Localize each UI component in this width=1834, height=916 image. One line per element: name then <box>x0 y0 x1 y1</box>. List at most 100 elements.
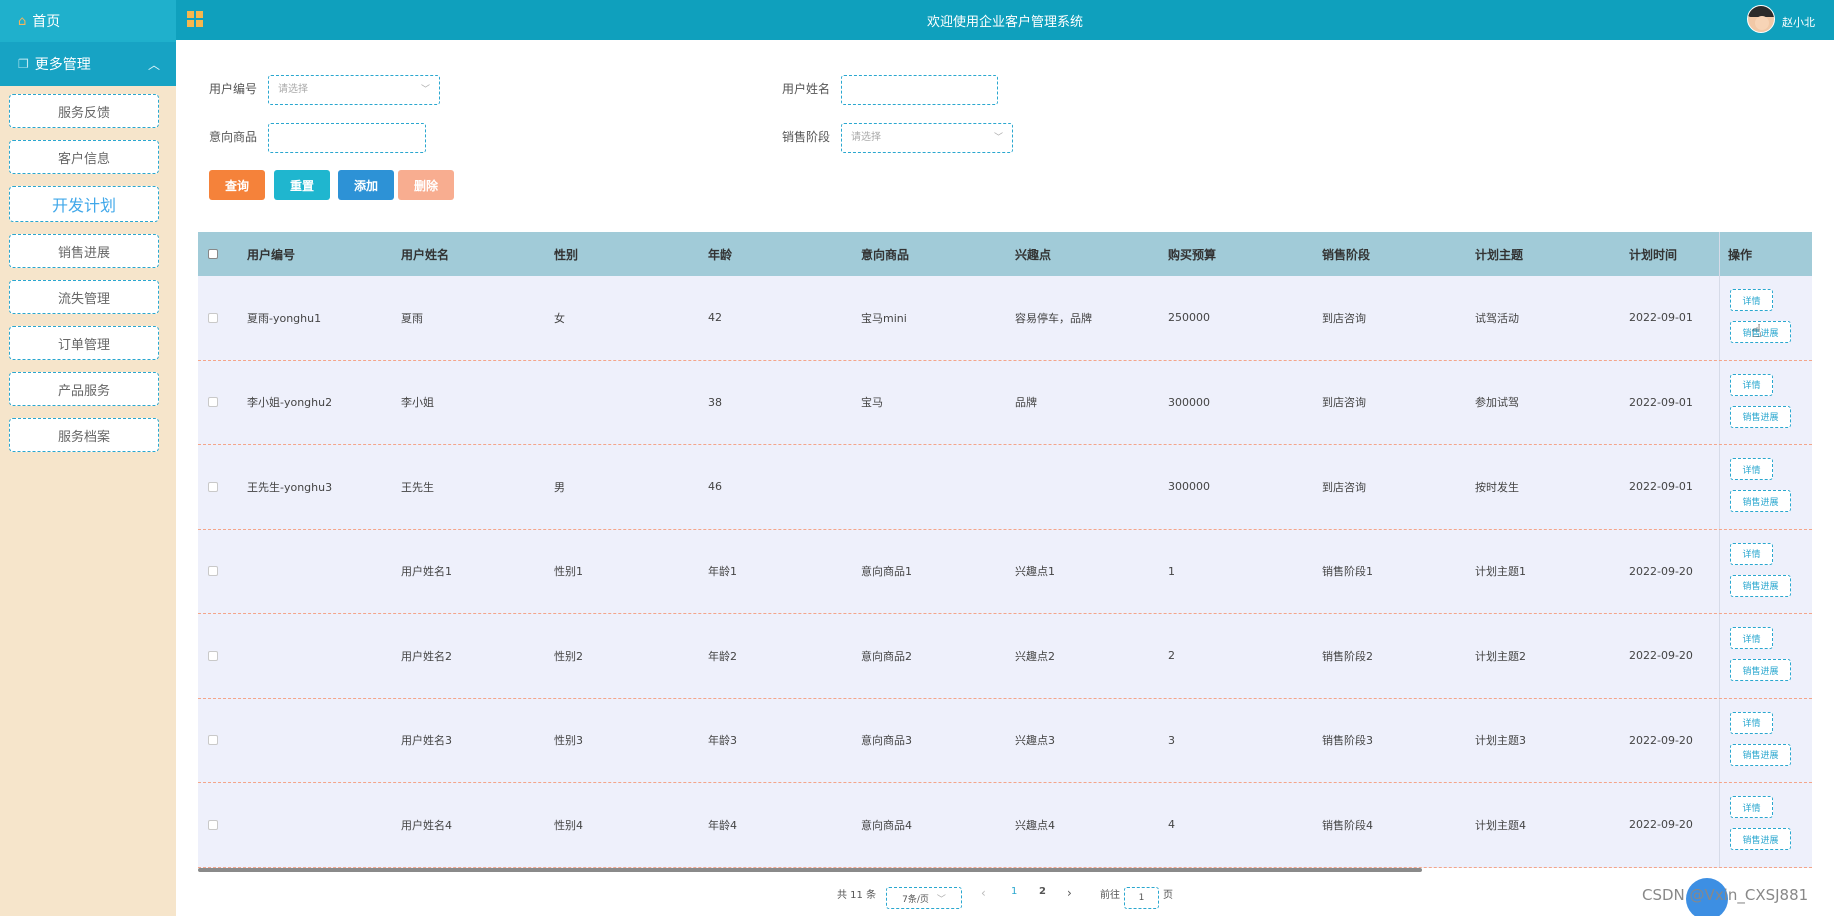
col-stage[interactable]: 销售阶段 <box>1322 246 1370 263</box>
user-id-select[interactable]: 请选择 ﹀ <box>268 75 440 105</box>
user-name-input[interactable] <box>841 75 998 105</box>
sales-progress-button[interactable]: 销售进展 <box>1730 659 1791 681</box>
sidebar-item-product-service[interactable]: 产品服务 <box>9 372 159 406</box>
table-row[interactable]: 王先生-yonghu3 王先生 男 46 300000 到店咨询 按时发生 2022-09-0… <box>198 445 1812 530</box>
sales-progress-button[interactable]: 销售进展 <box>1730 574 1791 597</box>
page-size-select[interactable]: 7条/页 ﹀ <box>886 887 962 909</box>
row-checkbox[interactable] <box>208 481 218 492</box>
col-plan-time[interactable]: 计划时间 <box>1629 246 1677 263</box>
search-form: 用户编号 请选择 ﹀ 用户姓名 意向商品 销售阶段 请选择 ﹀ 查询 重置 添加… <box>176 40 1834 230</box>
add-button[interactable]: 添加 <box>338 170 394 200</box>
horizontal-scrollbar[interactable] <box>198 868 1422 872</box>
sales-progress-button[interactable]: 销售进展 <box>1730 405 1791 428</box>
col-user-name[interactable]: 用户姓名 <box>401 246 449 263</box>
top-header: 欢迎使用企业客户管理系统 赵小北 <box>176 0 1834 40</box>
cell-plan-topic: 计划主题1 <box>1475 565 1526 579</box>
cell-user-name: 用户姓名3 <box>401 734 452 748</box>
watermark: CSDN @Vxin_CXSJ881 <box>1642 886 1809 904</box>
data-table: 用户编号 用户姓名 性别 年龄 意向商品 兴趣点 购买预算 销售阶段 计划主题 … <box>198 232 1812 868</box>
table-row[interactable]: 李小姐-yonghu2 李小姐 38 宝马 品牌 300000 到店咨询 参加试驾 2022-0… <box>198 360 1812 445</box>
table-body: 夏雨-yonghu1 夏雨女 42 宝马mini 容易停车，品牌 250000 到店咨询 试驾… <box>198 276 1812 868</box>
sales-progress-button[interactable]: 销售进展 <box>1730 828 1791 850</box>
detail-button[interactable]: 详情 <box>1730 627 1773 649</box>
col-gender[interactable]: 性别 <box>554 246 578 263</box>
col-user-id[interactable]: 用户编号 <box>247 246 295 263</box>
cell-budget: 300000 <box>1168 395 1210 409</box>
cell-interest: 容易停车，品牌 <box>1015 311 1092 325</box>
cell-plan-time: 2022-09-20 <box>1629 649 1693 663</box>
table-row[interactable]: 夏雨-yonghu1 夏雨 女 42 宝马mini 容易停车，品牌 250000 到店咨询 试驾… <box>198 276 1812 361</box>
cell-budget: 300000 <box>1168 480 1210 494</box>
goto-page-input[interactable]: 1 <box>1124 887 1159 909</box>
username[interactable]: 赵小北 <box>1782 14 1815 30</box>
sidebar-menu: 服务反馈 客户信息 开发计划 销售进展 流失管理 订单管理 产品服务 服务档案 <box>0 86 176 452</box>
op-cell: 详情 销售进展 <box>1719 614 1812 698</box>
avatar[interactable] <box>1747 5 1775 33</box>
product-input[interactable] <box>268 123 426 153</box>
sidebar-item-churn[interactable]: 流失管理 <box>9 280 159 314</box>
delete-button[interactable]: 删除 <box>398 170 454 200</box>
col-interest[interactable]: 兴趣点 <box>1015 246 1051 263</box>
cell-interest: 品牌 <box>1015 396 1037 410</box>
row-checkbox[interactable] <box>208 312 218 323</box>
cell-plan-time: 2022-09-20 <box>1629 818 1693 832</box>
cell-age: 年龄4 <box>708 818 737 832</box>
cell-budget: 3 <box>1168 733 1175 747</box>
user-name-label: 用户姓名 <box>782 82 831 96</box>
cell-plan-time: 2022-09-01 <box>1629 395 1693 409</box>
cell-age: 年龄2 <box>708 649 737 663</box>
row-checkbox[interactable] <box>208 566 218 577</box>
chevron-down-icon: ﹀ <box>936 894 946 905</box>
product-label: 意向商品 <box>209 130 258 144</box>
cell-user-name: 用户姓名4 <box>401 818 452 832</box>
table-row[interactable]: 用户姓名1 性别1 年龄1 意向商品1 兴趣点1 1 销售阶段1 计划主题1 2022-09-2… <box>198 529 1812 614</box>
cell-plan-time: 2022-09-01 <box>1629 480 1693 494</box>
op-cell: 详情 销售进展 <box>1719 360 1812 444</box>
cell-user-id: 李小姐-yonghu2 <box>247 396 333 410</box>
col-budget[interactable]: 购买预算 <box>1168 246 1216 263</box>
cell-user-name: 李小姐 <box>401 396 434 410</box>
detail-button[interactable]: 详情 <box>1730 373 1773 396</box>
detail-button[interactable]: 详情 <box>1730 458 1773 480</box>
sidebar-item-service-archive[interactable]: 服务档案 <box>9 418 159 452</box>
cell-age: 年龄3 <box>708 734 737 748</box>
reset-button[interactable]: 重置 <box>274 170 330 200</box>
sidebar-more-label: 更多管理 <box>34 57 91 73</box>
cell-user-id: 夏雨-yonghu1 <box>247 311 322 325</box>
op-cell: 详情 销售进展 <box>1719 276 1812 360</box>
table-row[interactable]: 用户姓名2 性别2 年龄2 意向商品2 兴趣点2 2 销售阶段2 计划主题2 2022-09-2… <box>198 614 1812 699</box>
detail-button[interactable]: 详情 <box>1730 542 1773 565</box>
stage-select[interactable]: 请选择 ﹀ <box>841 123 1013 153</box>
detail-button[interactable]: 详情 <box>1730 289 1773 311</box>
sidebar-more-management[interactable]: ❐ 更多管理 ︿ <box>0 42 176 86</box>
prev-page-button[interactable]: ‹ <box>981 886 986 910</box>
cell-plan-time: 2022-09-20 <box>1629 564 1693 578</box>
detail-button[interactable]: 详情 <box>1730 796 1773 818</box>
select-all-checkbox[interactable] <box>208 249 218 259</box>
sidebar-item-customer-info[interactable]: 客户信息 <box>9 140 159 174</box>
cell-stage: 到店咨询 <box>1322 480 1366 494</box>
table-row[interactable]: 用户姓名3 性别3 年龄3 意向商品3 兴趣点3 3 销售阶段3 计划主题3 2022-09-2… <box>198 698 1812 783</box>
col-product[interactable]: 意向商品 <box>861 246 909 263</box>
page-2[interactable]: 2 <box>1039 886 1046 910</box>
row-checkbox[interactable] <box>208 397 218 408</box>
cell-stage: 销售阶段4 <box>1322 818 1373 832</box>
sales-progress-button[interactable]: 销售进展 <box>1730 743 1791 766</box>
sidebar-item-service-feedback[interactable]: 服务反馈 <box>9 94 159 128</box>
cell-budget: 4 <box>1168 818 1175 832</box>
next-page-button[interactable]: › <box>1067 886 1072 910</box>
query-button[interactable]: 查询 <box>209 170 265 200</box>
row-checkbox[interactable] <box>208 650 218 661</box>
col-plan-topic[interactable]: 计划主题 <box>1475 246 1523 263</box>
sidebar-item-orders[interactable]: 订单管理 <box>9 326 159 360</box>
page-1[interactable]: 1 <box>1011 886 1017 910</box>
detail-button[interactable]: 详情 <box>1730 711 1773 734</box>
row-checkbox[interactable] <box>208 735 218 746</box>
table-row[interactable]: 用户姓名4 性别4 年龄4 意向商品4 兴趣点4 4 销售阶段4 计划主题4 2022-09-2… <box>198 783 1812 868</box>
row-checkbox[interactable] <box>208 819 218 830</box>
col-age[interactable]: 年龄 <box>708 246 732 263</box>
sidebar-item-sales-progress[interactable]: 销售进展 <box>9 234 159 268</box>
sales-progress-button[interactable]: 销售进展 <box>1730 490 1791 512</box>
sidebar-item-dev-plan[interactable]: 开发计划 <box>9 186 159 222</box>
sidebar-home[interactable]: ⌂ 首页 <box>0 0 176 42</box>
